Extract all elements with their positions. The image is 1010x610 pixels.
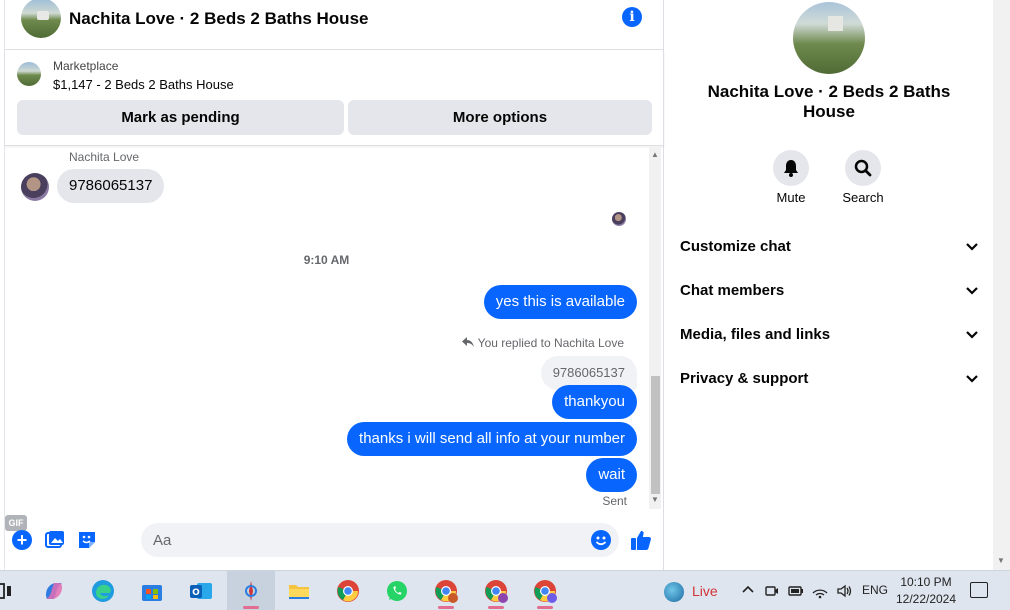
reply-note-text: You replied to Nachita Love (477, 336, 624, 350)
bell-icon[interactable] (773, 150, 809, 186)
marketplace-bar: Marketplace $1,147 - 2 Beds 2 Baths Hous… (5, 51, 664, 146)
system-clock[interactable]: 10:10 PM 12/22/2024 (894, 574, 958, 608)
open-indicator (438, 606, 454, 609)
chat-members-section[interactable]: Chat members (680, 279, 980, 303)
emoji-icon[interactable] (591, 530, 611, 550)
active-indicator (243, 606, 259, 609)
outgoing-message[interactable]: wait (586, 458, 637, 492)
mark-as-pending-button[interactable]: Mark as pending (17, 100, 344, 135)
incoming-message[interactable]: 9786065137 (57, 169, 165, 203)
conversation-title[interactable]: Nachita Love · 2 Beds 2 Baths House (69, 9, 368, 29)
conversation-avatar[interactable] (21, 0, 61, 38)
open-indicator (537, 606, 553, 609)
outgoing-message[interactable]: thankyou (552, 385, 637, 419)
chevron-down-icon (964, 367, 980, 391)
copilot-icon[interactable] (42, 579, 66, 603)
battery-icon[interactable] (788, 583, 804, 599)
chevron-down-icon (964, 323, 980, 347)
notification-icon[interactable] (970, 582, 988, 598)
task-view-icon[interactable] (0, 579, 18, 603)
live-label: Live (692, 583, 718, 599)
search-label: Search (842, 190, 884, 205)
globe-icon (664, 582, 684, 603)
open-indicator (488, 606, 504, 609)
marketplace-label: Marketplace (53, 59, 119, 73)
reply-note: You replied to Nachita Love (461, 336, 624, 350)
chrome-profile-icon[interactable] (434, 579, 458, 603)
info-icon[interactable]: i (622, 7, 642, 27)
messenger-window: Nachita Love · 2 Beds 2 Baths House i Ma… (0, 0, 1010, 610)
wifi-icon[interactable] (812, 583, 828, 599)
photo-icon[interactable] (45, 530, 65, 550)
whatsapp-icon[interactable] (385, 579, 409, 603)
input-language[interactable]: ENG (862, 583, 888, 597)
svg-text:O: O (192, 588, 200, 598)
more-options-button[interactable]: More options (348, 100, 652, 135)
message-scrollbar-thumb[interactable] (651, 376, 660, 494)
chat-header: Nachita Love · 2 Beds 2 Baths House i (5, 0, 664, 50)
panel-title: Nachita Love · 2 Beds 2 Baths House (707, 82, 951, 121)
reply-arrow-icon (461, 336, 474, 350)
clock-time: 10:10 PM (900, 575, 952, 589)
section-label: Media, files and links (680, 326, 831, 343)
panel-avatar[interactable] (793, 2, 865, 74)
chrome-profile-icon[interactable] (533, 579, 557, 603)
conversation-info-panel: Nachita Love · 2 Beds 2 Baths House Mute… (665, 0, 993, 570)
microsoft-store-icon[interactable] (140, 579, 164, 603)
outgoing-message[interactable]: thanks i will send all info at your numb… (347, 422, 637, 456)
section-label: Privacy & support (680, 370, 809, 387)
delivery-status: Sent (602, 494, 627, 508)
thumbs-up-icon[interactable] (630, 529, 652, 551)
live-widget[interactable]: Live (664, 580, 718, 603)
section-label: Chat members (680, 282, 785, 299)
sender-avatar[interactable] (21, 173, 49, 201)
media-files-links-section[interactable]: Media, files and links (680, 323, 980, 347)
message-timestamp: 9:10 AM (303, 253, 350, 267)
listing-thumbnail[interactable] (17, 62, 41, 86)
listing-title[interactable]: $1,147 - 2 Beds 2 Baths House (53, 77, 234, 92)
chevron-down-icon (964, 235, 980, 259)
section-label: Customize chat (680, 238, 791, 255)
page-scrollbar[interactable]: ▼ (993, 0, 1010, 570)
sticker-icon[interactable] (77, 530, 97, 550)
chat-column: Nachita Love · 2 Beds 2 Baths House i Ma… (4, 0, 664, 570)
meet-now-icon[interactable] (764, 583, 780, 599)
search-icon[interactable] (845, 150, 881, 186)
plus-icon[interactable]: + (12, 530, 32, 550)
mute-action[interactable]: Mute (761, 150, 821, 205)
edge-icon[interactable] (91, 579, 115, 603)
chrome-icon[interactable] (336, 579, 360, 603)
message-list[interactable]: Nachita Love 9786065137 9:10 AM yes this… (5, 147, 664, 512)
scroll-down-arrow-icon[interactable]: ▼ (997, 556, 1005, 565)
app-icon[interactable] (239, 579, 263, 603)
mute-label: Mute (776, 190, 806, 205)
windows-taskbar: O Live ENG 10:10 PM 12/22/2024 (0, 570, 1010, 610)
outlook-icon[interactable]: O (189, 579, 213, 603)
chrome-profile-icon[interactable] (484, 579, 508, 603)
message-input[interactable] (141, 523, 619, 557)
file-explorer-icon[interactable] (287, 579, 311, 603)
seen-indicator-avatar (612, 212, 626, 226)
sender-name: Nachita Love (69, 150, 140, 164)
outgoing-message[interactable]: yes this is available (483, 285, 637, 319)
composer: + GIF (5, 515, 664, 565)
chevron-up-icon[interactable] (740, 583, 756, 599)
clock-date: 12/22/2024 (895, 592, 957, 606)
chevron-down-icon (964, 279, 980, 303)
gif-icon[interactable]: GIF (5, 515, 27, 531)
privacy-support-section[interactable]: Privacy & support (680, 367, 980, 391)
scroll-up-arrow-icon[interactable]: ▲ (649, 150, 661, 160)
search-action[interactable]: Search (833, 150, 893, 205)
customize-chat-section[interactable]: Customize chat (680, 235, 980, 259)
scroll-down-arrow-icon[interactable]: ▼ (649, 495, 661, 505)
volume-icon[interactable] (836, 583, 852, 599)
